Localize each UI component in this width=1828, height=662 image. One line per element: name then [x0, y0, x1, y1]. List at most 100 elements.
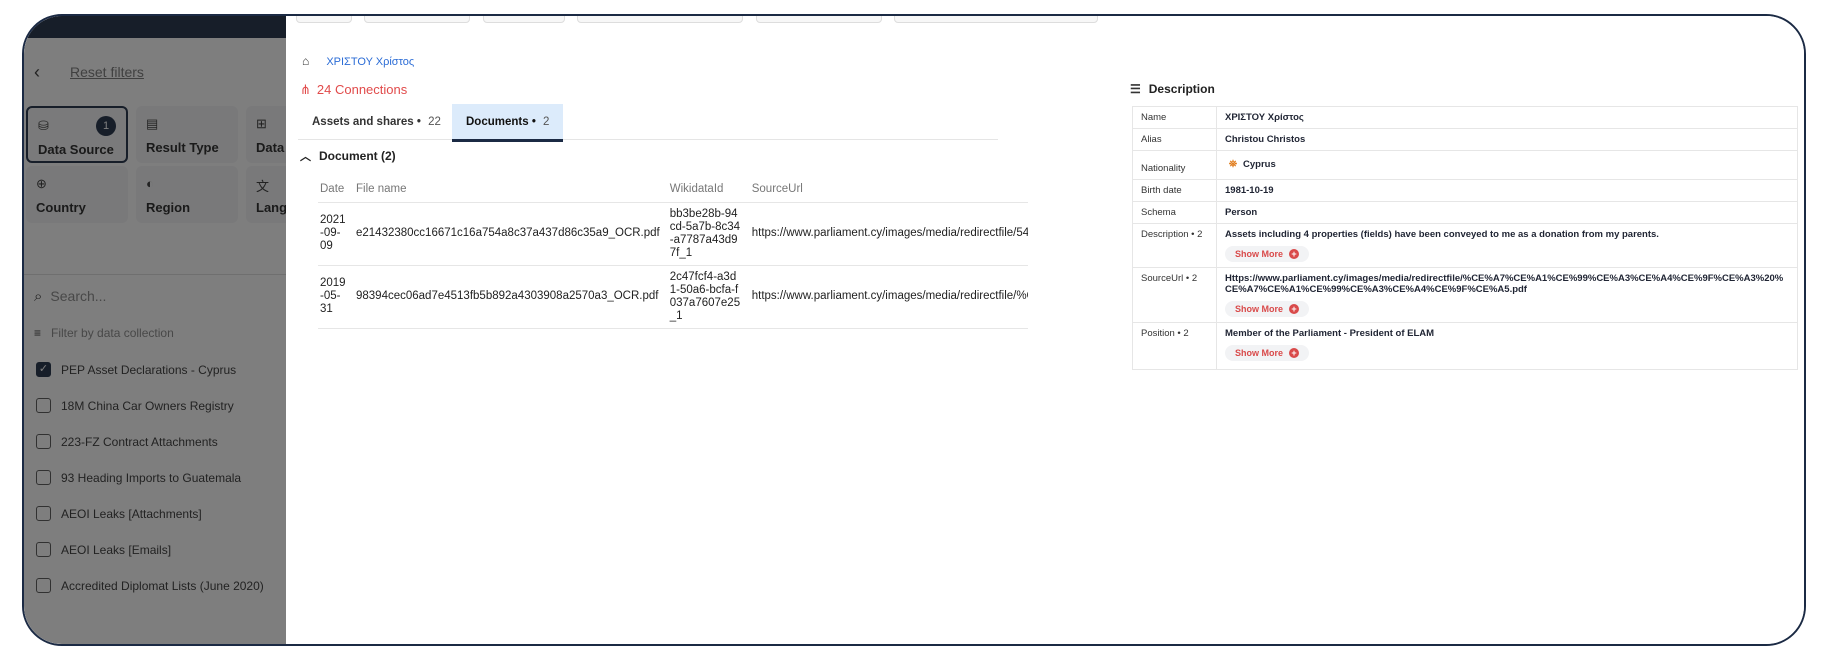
table-row[interactable]: 2019-05-31 98394cec06ad7e4513fb5b892a430…: [318, 264, 1028, 329]
table-row[interactable]: 2021-09-09 e21432380cc16671c16a754a8c37a…: [318, 201, 1028, 265]
document-section-toggle[interactable]: ︿ Document (2): [300, 148, 396, 164]
chevron-left-icon[interactable]: ‹: [34, 62, 40, 83]
filter-tile-label: Lang: [256, 200, 288, 215]
column-header[interactable]: File name: [354, 176, 668, 202]
show-more-button[interactable]: Show More +: [1225, 246, 1310, 262]
description-row: Description • 2 Assets including 4 prope…: [1132, 223, 1798, 268]
description-table: Name ΧΡΙΣΤΟΥ Χρίστος Alias Christou Chri…: [1132, 106, 1798, 370]
checkbox[interactable]: [36, 434, 51, 450]
property-value: Https://www.parliament.cy/images/media/r…: [1216, 267, 1798, 323]
sidebar-divider: [24, 274, 286, 275]
breadcrumb-current[interactable]: ΧΡΙΣΤΟΥ Χρίστος: [326, 56, 414, 68]
file-name-cell[interactable]: 98394cec06ad7e4513fb5b892a4303908a2570a3…: [354, 264, 668, 329]
share-icon: ⋔: [300, 82, 311, 97]
property-value: Assets including 4 properties (fields) h…: [1216, 223, 1798, 268]
property-value: Member of the Parliament - President of …: [1216, 322, 1798, 370]
source-item[interactable]: AEOI Leaks [Attachments]: [36, 506, 202, 522]
column-header[interactable]: SourceUrl: [750, 176, 1028, 202]
checkbox-checked[interactable]: ✓: [36, 362, 51, 378]
globe-icon: ⊕: [36, 176, 47, 191]
home-icon[interactable]: ⌂: [302, 54, 309, 68]
property-key: Birth date: [1132, 179, 1217, 202]
filter-tile-label: Result Type: [146, 140, 219, 155]
data-icon: ⊞: [256, 116, 267, 131]
search-icon: ⌕: [34, 288, 43, 305]
property-key: Description • 2: [1132, 223, 1217, 268]
chip[interactable]: [755, 16, 882, 23]
checkbox[interactable]: [36, 506, 51, 522]
property-key: Nationality: [1132, 150, 1217, 180]
translate-icon: 文: [256, 179, 270, 194]
column-header[interactable]: Date: [318, 176, 354, 202]
source-url-cell[interactable]: https://www.parliament.cy/images/media/r…: [749, 264, 1028, 329]
wikidata-cell: 2c47fcf4-a3d1-50a6-bcfa-f037a7607e25_1: [667, 264, 750, 329]
description-row: Name ΧΡΙΣΤΟΥ Χρίστος: [1132, 106, 1798, 129]
filter-tile-country[interactable]: ⊕ Country: [26, 166, 128, 223]
table-header-row: Date File name WikidataId SourceUrl: [318, 176, 1028, 202]
filter-tile-result-type[interactable]: ▤ Result Type: [136, 106, 238, 163]
checkbox[interactable]: [36, 398, 51, 414]
wikidata-cell: bb3be28b-94cd-5a7b-8c34-a7787a43d97f_1: [667, 201, 750, 265]
checkbox[interactable]: [36, 578, 51, 594]
entity-detail-panel: ⌂ ΧΡΙΣΤΟΥ Χρίστος ⋔ 24 Connections Assets…: [286, 16, 1804, 644]
source-item[interactable]: ✓ PEP Asset Declarations - Cyprus: [36, 362, 236, 378]
filter-count-badge: 1: [96, 116, 116, 136]
list-icon: ☰: [1130, 82, 1141, 96]
source-item[interactable]: Accredited Diplomat Lists (June 2020): [36, 578, 264, 594]
chevron-up-icon: ︿: [300, 151, 311, 163]
source-item[interactable]: 93 Heading Imports to Guatemala: [36, 470, 241, 486]
sidebar-search-input[interactable]: ⌕ Search...: [34, 288, 106, 305]
filter-sidebar: ‹ Reset filters ⛁ 1 Data Source ▤ Result…: [24, 16, 348, 644]
checkbox[interactable]: [36, 470, 51, 486]
show-more-button[interactable]: Show More +: [1225, 301, 1310, 317]
property-key: Position • 2: [1132, 322, 1217, 370]
filter-icon: ≡: [34, 326, 42, 340]
chip[interactable]: [296, 16, 352, 23]
connections-count[interactable]: ⋔ 24 Connections: [300, 82, 407, 98]
description-row: Nationality ⛯ Cyprus: [1132, 150, 1798, 180]
property-key: SourceUrl • 2: [1132, 267, 1217, 323]
filter-tile-label: Data Source: [38, 142, 114, 157]
checkbox[interactable]: [36, 542, 51, 558]
reset-filters-link[interactable]: Reset filters: [70, 64, 144, 80]
chip[interactable]: [364, 16, 471, 23]
chip[interactable]: [482, 16, 565, 23]
tab-bar: Assets and shares • 22 Documents • 2: [298, 104, 998, 142]
description-row: Position • 2 Member of the Parliament - …: [1132, 322, 1798, 370]
plus-circle-icon: +: [1289, 348, 1300, 358]
column-header[interactable]: WikidataId: [668, 176, 750, 202]
description-row: Alias Christou Christos: [1132, 128, 1798, 151]
app-frame: ‹ Reset filters ⛁ 1 Data Source ▤ Result…: [22, 14, 1806, 646]
date-cell: 2021-09-09: [318, 201, 354, 265]
property-value: Christou Christos: [1216, 128, 1798, 151]
filter-tile-data-source[interactable]: ⛁ 1 Data Source: [26, 106, 128, 163]
source-item[interactable]: 18M China Car Owners Registry: [36, 398, 234, 414]
source-item[interactable]: AEOI Leaks [Emails]: [36, 542, 171, 558]
property-value: ΧΡΙΣΤΟΥ Χρίστος: [1216, 106, 1798, 129]
description-header: ☰ Description: [1130, 82, 1215, 96]
filter-collection-input[interactable]: ≡ Filter by data collection: [34, 326, 174, 340]
source-item[interactable]: 223-FZ Contract Attachments: [36, 434, 218, 450]
filter-tile-label: Region: [146, 200, 191, 215]
description-row: Schema Person: [1132, 201, 1798, 224]
region-icon: ◐: [146, 176, 154, 191]
filter-tile-label: Country: [36, 200, 86, 215]
top-chips-row: [296, 16, 1106, 23]
filter-tile-region[interactable]: ◐ Region: [136, 166, 238, 223]
property-value: Person: [1216, 201, 1798, 224]
source-url-cell[interactable]: https://www.parliament.cy/images/media/r…: [749, 201, 1028, 265]
chip[interactable]: [894, 16, 1099, 23]
tab-documents[interactable]: Documents • 2: [452, 104, 564, 142]
show-more-button[interactable]: Show More +: [1225, 345, 1310, 361]
property-value: ⛯ Cyprus: [1216, 150, 1798, 180]
tab-assets-and-shares[interactable]: Assets and shares • 22: [298, 104, 455, 142]
cyprus-flag-icon: ⛯: [1229, 159, 1237, 170]
property-key: Alias: [1132, 128, 1217, 151]
file-name-cell[interactable]: e21432380cc16671c16a754a8c37a437d86c35a9…: [354, 201, 668, 265]
chip[interactable]: [577, 16, 744, 23]
result-type-icon: ▤: [146, 116, 159, 131]
plus-circle-icon: +: [1289, 304, 1300, 314]
breadcrumb: ⌂ ΧΡΙΣΤΟΥ Χρίστος: [302, 54, 414, 68]
documents-table: Date File name WikidataId SourceUrl 2021…: [318, 176, 1028, 329]
property-key: Name: [1132, 106, 1217, 129]
